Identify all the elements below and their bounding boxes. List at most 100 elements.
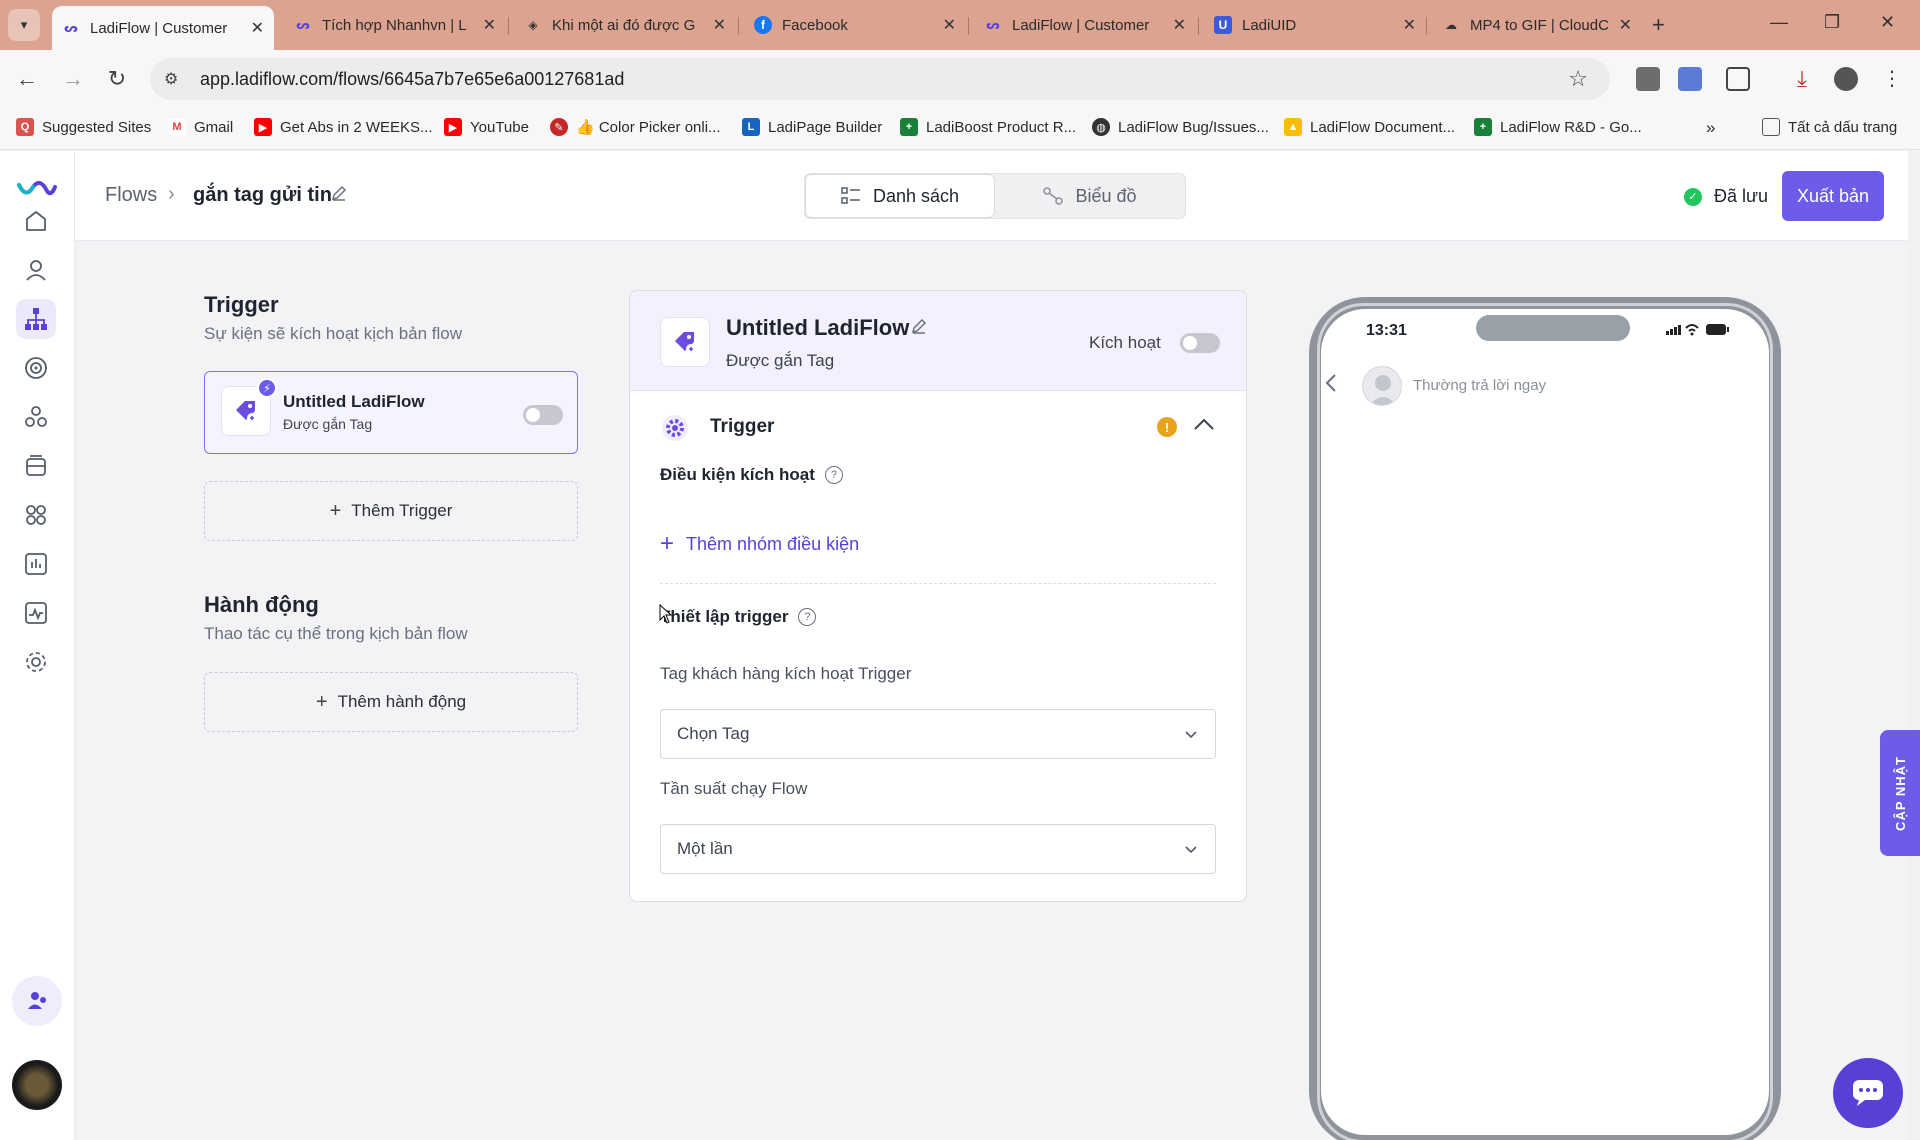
reply-status: Thường trả lời ngay: [1413, 377, 1547, 394]
reload-icon[interactable]: ↻: [102, 64, 132, 94]
trigger-section-subtitle: Sự kiện sẽ kích hoạt kịch bản flow: [204, 324, 463, 343]
close-icon[interactable]: ✕: [483, 15, 496, 35]
trigger-card-title: Untitled LadiFlow: [283, 392, 425, 411]
bookmark-label: Suggested Sites: [42, 118, 152, 136]
segments-icon[interactable]: [16, 397, 56, 437]
save-status-label: Đã lưu: [1714, 186, 1769, 206]
chevron-down-icon: [1185, 846, 1197, 854]
bookmarks-overflow-icon[interactable]: »: [1706, 118, 1715, 138]
contacts-icon[interactable]: [16, 250, 56, 290]
update-tab-label: CẬP NHẬT: [1892, 755, 1908, 831]
update-tab[interactable]: CẬP NHẬT: [1880, 730, 1920, 856]
add-action-button[interactable]: + Thêm hành động: [204, 672, 578, 732]
trigger-card[interactable]: ⚡ Untitled LadiFlow Được gắn Tag: [204, 371, 578, 454]
help-icon[interactable]: ?: [824, 466, 843, 484]
tag-select[interactable]: Chọn Tag: [660, 709, 1216, 759]
close-icon[interactable]: ✕: [1403, 15, 1416, 35]
translate-icon[interactable]: [1678, 67, 1702, 91]
color-picker-icon: ✎: [550, 118, 568, 136]
close-icon[interactable]: ✕: [943, 15, 956, 35]
tag-field-label: Tag khách hàng kích hoạt Trigger: [660, 664, 912, 683]
tab-label: Danh sách: [872, 185, 960, 206]
browser-tab-5[interactable]: ᔕ LadiFlow | Customer ✕: [974, 8, 1196, 42]
browser-tab-2[interactable]: ᔕ Tích hợp Nhanhvn | L ✕: [284, 8, 506, 42]
browser-tab-3[interactable]: ◈ Khi một ai đó được G ✕: [514, 8, 736, 42]
close-icon[interactable]: ✕: [251, 18, 264, 38]
sidebar: [0, 151, 75, 1140]
activate-toggle[interactable]: [1180, 333, 1220, 353]
analytics-icon[interactable]: [16, 593, 56, 633]
apps-icon[interactable]: [16, 495, 56, 535]
url-text: app.ladiflow.com/flows/6645a7b7e65e6a001…: [200, 68, 625, 89]
browser-tab-4[interactable]: f Facebook ✕: [744, 8, 966, 42]
download-icon[interactable]: ⤓: [1790, 67, 1814, 91]
list-icon: [841, 187, 860, 204]
bookmark-star-icon[interactable]: ☆: [1568, 66, 1588, 92]
help-icon[interactable]: ?: [798, 608, 817, 626]
page-scrollbar[interactable]: [1908, 151, 1920, 1140]
frequency-select[interactable]: Một lần: [660, 824, 1216, 874]
back-icon[interactable]: ←: [12, 64, 42, 94]
browser-tab-7[interactable]: ☁ MP4 to GIF | CloudC ✕: [1432, 8, 1642, 42]
chevron-left-icon[interactable]: [1324, 372, 1338, 399]
home-icon[interactable]: [16, 201, 56, 241]
all-bookmarks[interactable]: Tất cả dấu trang: [1762, 118, 1897, 136]
flows-icon[interactable]: [16, 299, 56, 339]
address-bar[interactable]: ⚙ app.ladiflow.com/flows/6645a7b7e65e6a0…: [150, 58, 1610, 100]
bookmark-item[interactable]: ▶ Get Abs in 2 WEEKS...: [254, 118, 433, 136]
panel-subtitle: Được gắn Tag: [726, 351, 835, 370]
breadcrumb-flows-link[interactable]: Flows: [105, 184, 157, 207]
user-avatar[interactable]: [12, 1060, 62, 1110]
publish-button[interactable]: Xuất bản: [1782, 171, 1884, 221]
site-info-icon[interactable]: ⚙: [164, 69, 194, 89]
save-status: ✓ Đã lưu: [1684, 186, 1768, 207]
bookmark-item[interactable]: ◍ LadiFlow Bug/Issues...: [1092, 118, 1269, 136]
profile-avatar[interactable]: [1834, 67, 1858, 91]
extensions-puzzle-icon[interactable]: [1726, 67, 1750, 91]
ladipage-icon: L: [742, 118, 760, 136]
close-icon[interactable]: ✕: [713, 15, 726, 35]
edit-pencil-icon[interactable]: [330, 184, 348, 207]
browser-tab-6[interactable]: U LadiUID ✕: [1204, 8, 1426, 42]
close-icon[interactable]: ✕: [1173, 15, 1186, 35]
chevron-up-icon[interactable]: [1193, 417, 1215, 436]
bookmark-item[interactable]: M Gmail: [168, 118, 233, 136]
tab-search-button[interactable]: ▾: [8, 9, 40, 41]
minimize-icon[interactable]: —: [1770, 12, 1788, 33]
bookmark-item[interactable]: + LadiFlow R&D - Go...: [1474, 118, 1642, 136]
inbox-icon[interactable]: [16, 446, 56, 486]
suggested-icon: Q: [16, 118, 34, 136]
bookmark-item[interactable]: ✎ 👍 Color Picker onli...: [550, 118, 721, 136]
extension-icon[interactable]: [1636, 67, 1660, 91]
close-icon[interactable]: ✕: [1619, 15, 1632, 35]
bookmark-item[interactable]: ▲ LadiFlow Document...: [1284, 118, 1455, 136]
broadcast-icon[interactable]: [16, 348, 56, 388]
edit-pencil-icon[interactable]: [910, 317, 928, 340]
bookmark-item[interactable]: + LadiBoost Product R...: [900, 118, 1076, 136]
bolt-icon: ⚡: [257, 378, 277, 398]
close-window-icon[interactable]: ✕: [1880, 12, 1895, 33]
add-condition-group-button[interactable]: + Thêm nhóm điều kiện: [660, 532, 859, 556]
restore-icon[interactable]: ❐: [1824, 12, 1840, 33]
tab-title: LadiUID: [1242, 16, 1297, 34]
bookmark-item[interactable]: L LadiPage Builder: [742, 118, 882, 136]
trigger-section-header[interactable]: Trigger: [710, 416, 774, 438]
trigger-toggle[interactable]: [523, 405, 563, 425]
tab-list-view[interactable]: Danh sách: [805, 174, 995, 218]
settings-icon[interactable]: [16, 642, 56, 682]
browser-tab-1[interactable]: ᔕ LadiFlow | Customer ✕: [52, 6, 274, 50]
browser-toolbar: ← → ↻ ⚙ app.ladiflow.com/flows/6645a7b7e…: [0, 50, 1920, 108]
tab-title: Facebook: [782, 16, 848, 34]
ladiuid-icon: U: [1214, 16, 1232, 34]
support-icon[interactable]: [12, 976, 62, 1026]
reports-icon[interactable]: [16, 544, 56, 584]
bookmark-item[interactable]: ▶ YouTube: [444, 118, 529, 136]
tab-title: LadiFlow | Customer: [90, 19, 228, 37]
bookmark-item[interactable]: Q Suggested Sites: [16, 118, 151, 136]
chat-button[interactable]: [1833, 1058, 1903, 1128]
browser-menu-icon[interactable]: ⋮: [1880, 67, 1904, 91]
forward-icon[interactable]: →: [58, 64, 88, 94]
tab-diagram-view[interactable]: Biểu đồ: [995, 174, 1185, 218]
new-tab-button[interactable]: +: [1652, 12, 1665, 38]
add-trigger-button[interactable]: + Thêm Trigger: [204, 481, 578, 541]
